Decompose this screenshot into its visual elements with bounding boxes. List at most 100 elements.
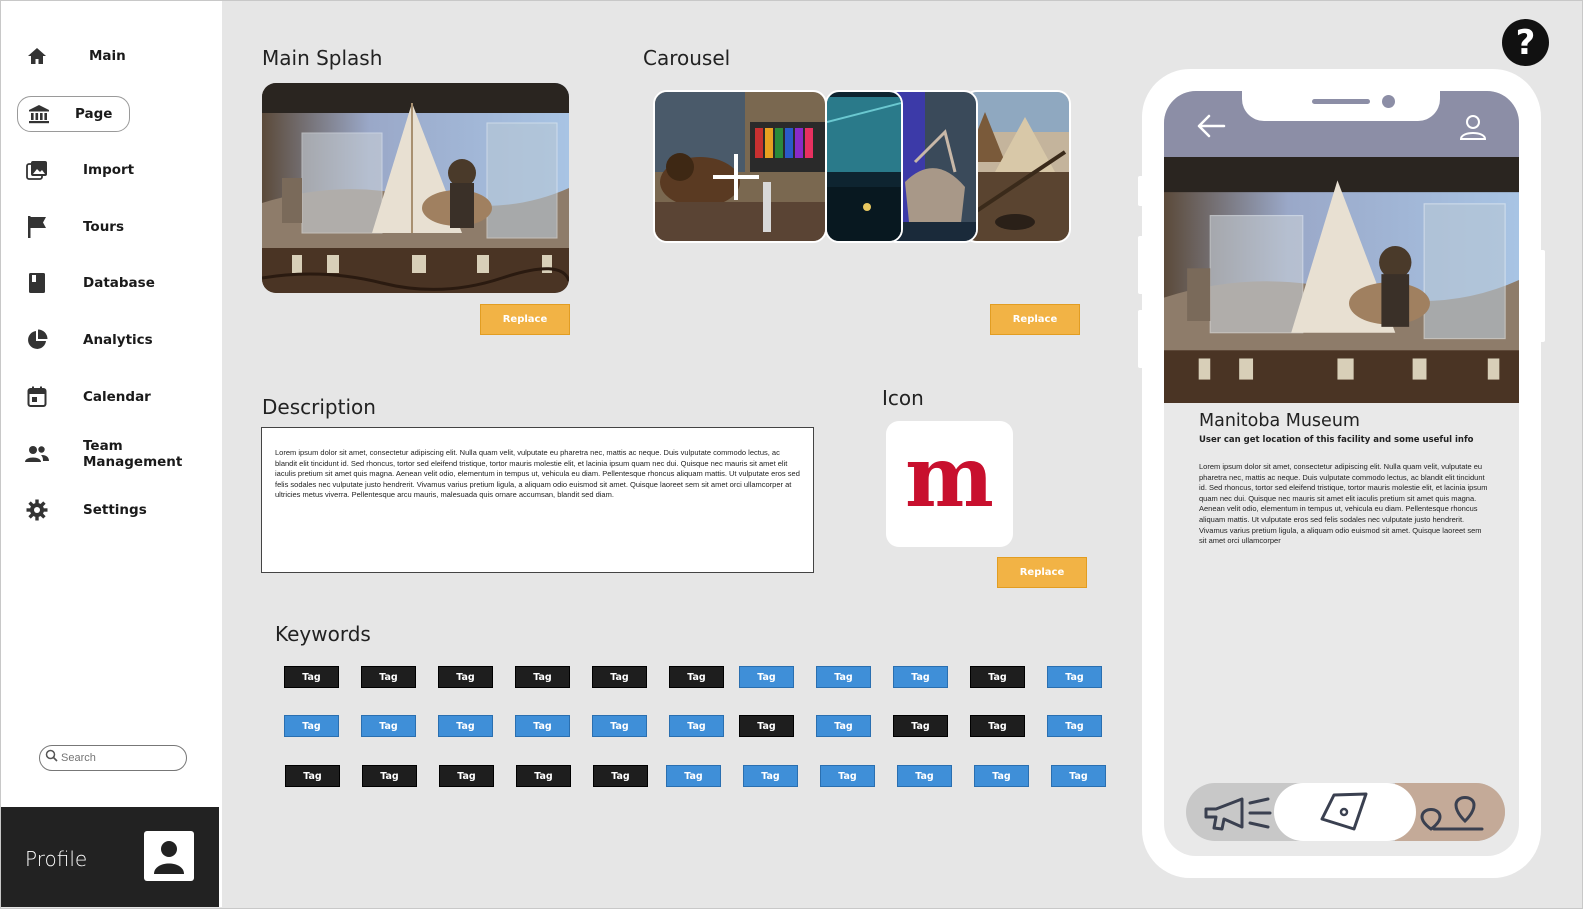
phone-notch [1242,91,1440,121]
keywords-title: Keywords [275,622,371,646]
sidebar: Main Page Import Tours Database Analytic… [1,1,222,907]
sidebar-item-label: Team Management [83,438,183,470]
keyword-tag[interactable]: Tag [739,715,794,737]
keyword-tag[interactable]: Tag [284,666,339,688]
museum-description: Lorem ipsum dolor sit amet, consectetur … [1199,462,1488,546]
phone-header [1164,91,1519,157]
carousel-image-1[interactable] [653,90,827,243]
main-splash-image[interactable] [262,83,569,293]
bank-icon [27,102,51,126]
sidebar-item-label: Database [83,275,155,291]
people-icon [25,442,49,466]
compass-icon[interactable] [1318,791,1370,838]
search-icon [45,749,58,767]
sidebar-item-tours[interactable]: Tours [15,209,124,245]
keyword-tag[interactable]: Tag [438,666,493,688]
keyword-tag[interactable]: Tag [816,715,871,737]
keyword-tag[interactable]: Tag [669,715,724,737]
search-box[interactable] [39,745,187,771]
keyword-tag[interactable]: Tag [897,765,952,787]
keyword-tag[interactable]: Tag [739,666,794,688]
phone-bottom-nav [1186,783,1505,841]
sidebar-item-label: Import [83,162,135,178]
image-icon [25,158,49,182]
phone-camera [1382,95,1395,108]
sidebar-item-page[interactable]: Page [17,96,130,132]
keyword-tag[interactable]: Tag [439,765,494,787]
sidebar-item-label: Analytics [83,332,153,348]
back-arrow-icon[interactable] [1196,113,1226,144]
profile-bar[interactable]: Profile [1,807,219,907]
calendar-icon [25,385,49,409]
keyword-tag[interactable]: Tag [361,715,416,737]
sidebar-item-label: Page [75,106,113,122]
keyword-tag[interactable]: Tag [743,765,798,787]
keyword-tag[interactable]: Tag [515,715,570,737]
keyword-tag[interactable]: Tag [893,715,948,737]
keyword-tag[interactable]: Tag [974,765,1029,787]
profile-label: Profile [25,847,88,871]
sidebar-item-label: Tours [83,219,124,235]
keyword-tag[interactable]: Tag [970,666,1025,688]
flag-icon [25,215,49,239]
icon-title: Icon [882,386,924,410]
keyword-tag[interactable]: Tag [1047,715,1102,737]
replace-icon-button[interactable]: Replace [997,557,1087,588]
keyword-tag[interactable]: Tag [285,765,340,787]
megaphone-icon[interactable] [1202,795,1272,836]
description-text: Lorem ipsum dolor sit amet, consectetur … [275,448,800,499]
sidebar-item-settings[interactable]: Settings [15,492,147,528]
sidebar-item-import[interactable]: Import [15,152,134,188]
sidebar-item-calendar[interactable]: Calendar [15,379,151,415]
gear-icon [25,498,49,522]
keyword-tag[interactable]: Tag [362,765,417,787]
keyword-tag[interactable]: Tag [592,715,647,737]
keyword-tag[interactable]: Tag [592,666,647,688]
museum-subtitle: User can get location of this facility a… [1199,435,1474,445]
replace-splash-button[interactable]: Replace [480,304,570,335]
keyword-tag[interactable]: Tag [669,666,724,688]
phone-speaker [1312,99,1370,104]
replace-carousel-button[interactable]: Replace [990,304,1080,335]
description-textarea[interactable]: Lorem ipsum dolor sit amet, consectetur … [261,427,814,573]
nav-active-pill [1274,783,1416,841]
sidebar-item-main[interactable]: Main [15,38,126,74]
keyword-tag[interactable]: Tag [516,765,571,787]
phone-preview: Manitoba Museum User can get location of… [1142,69,1541,878]
search-input[interactable] [61,752,181,764]
keyword-tag[interactable]: Tag [820,765,875,787]
sidebar-item-analytics[interactable]: Analytics [15,322,153,358]
sidebar-item-team-management[interactable]: Team Management [15,436,222,472]
keyword-tag[interactable]: Tag [593,765,648,787]
keyword-tag[interactable]: Tag [893,666,948,688]
carousel-image-2[interactable] [825,90,903,243]
app-icon-preview[interactable]: m [886,421,1013,547]
help-button[interactable]: ? [1502,19,1549,66]
user-profile-icon[interactable] [1459,113,1487,146]
keyword-tag[interactable]: Tag [515,666,570,688]
keyword-tag[interactable]: Tag [970,715,1025,737]
sidebar-item-database[interactable]: Database [15,265,155,301]
keyword-tag[interactable]: Tag [284,715,339,737]
keyword-tag[interactable]: Tag [1051,765,1106,787]
museum-logo-icon: m [905,427,994,526]
sidebar-item-label: Main [89,48,126,64]
keyword-tag[interactable]: Tag [438,715,493,737]
sidebar-item-label: Calendar [83,389,151,405]
route-pins-icon[interactable] [1418,793,1486,838]
pie-chart-icon [25,328,49,352]
carousel-strip[interactable] [653,90,1071,243]
phone-hero-image [1164,157,1519,403]
home-icon [25,44,49,68]
carousel-title: Carousel [643,46,731,70]
keyword-tag[interactable]: Tag [666,765,721,787]
sidebar-item-label: Settings [83,502,147,518]
keyword-tag[interactable]: Tag [816,666,871,688]
main-splash-title: Main Splash [262,46,383,70]
keyword-tag[interactable]: Tag [361,666,416,688]
museum-title: Manitoba Museum [1199,411,1360,431]
phone-screen: Manitoba Museum User can get location of… [1164,91,1519,856]
carousel-image-4[interactable] [963,90,1071,243]
avatar[interactable] [144,831,194,881]
keyword-tag[interactable]: Tag [1047,666,1102,688]
